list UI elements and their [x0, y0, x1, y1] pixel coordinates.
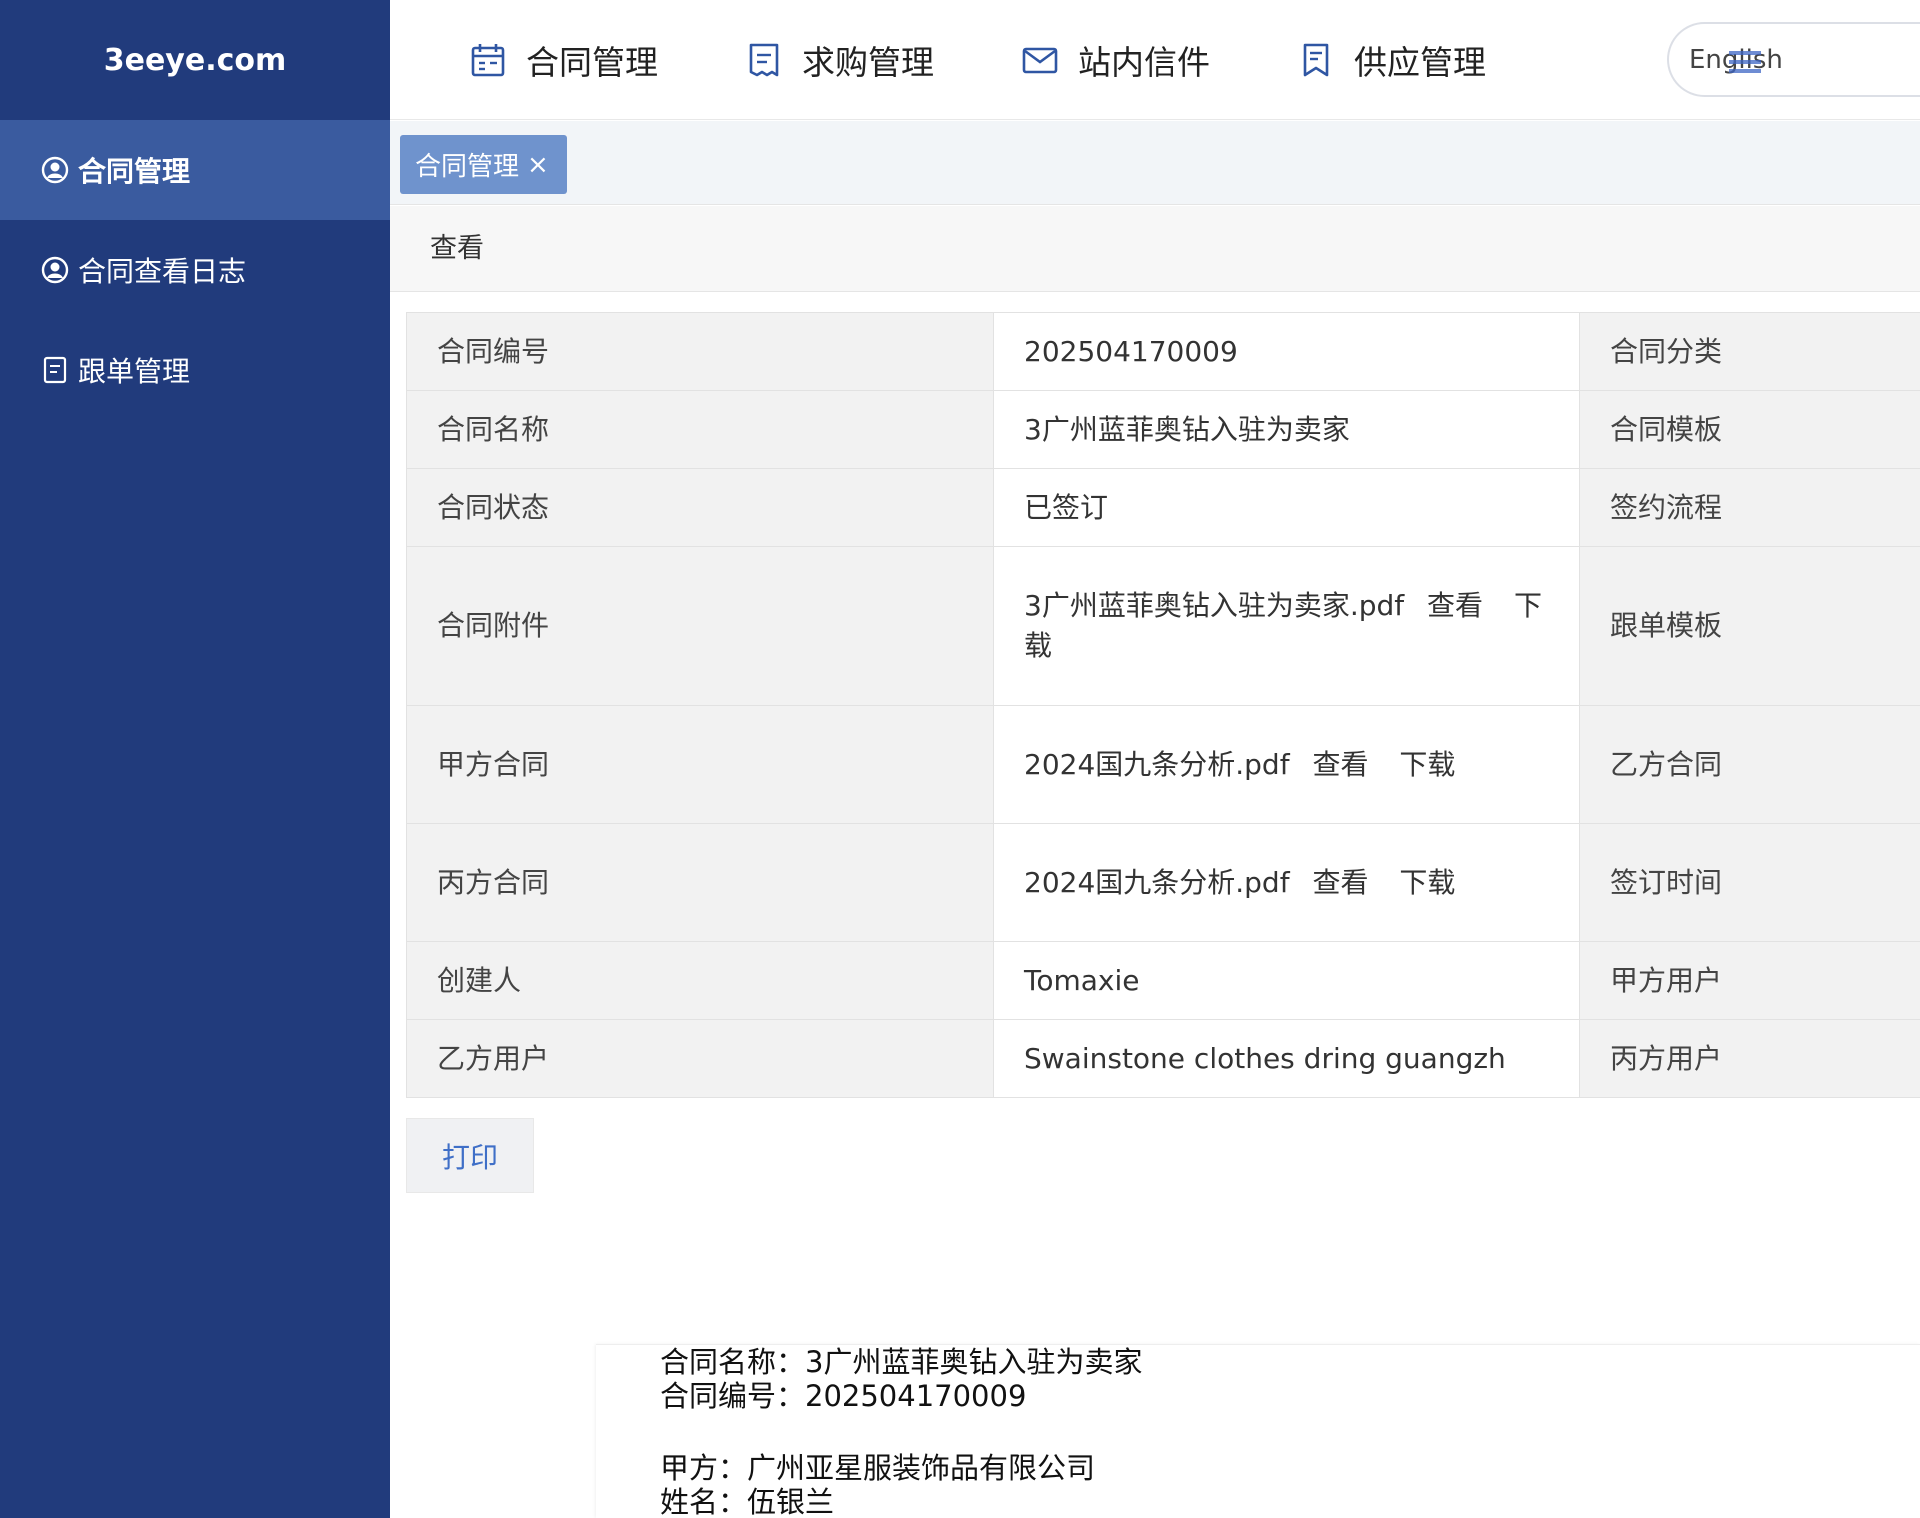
- row-value: Tomaxie: [993, 941, 1580, 1020]
- nav-internal-messages[interactable]: 站内信件: [1022, 36, 1210, 84]
- sidebar-item-label: 合同查看日志: [78, 255, 247, 288]
- row-label: 合同分类: [1579, 312, 1920, 391]
- user-circle-icon: [40, 255, 70, 285]
- party-c-filename: 2024国九条分析.pdf: [1024, 865, 1290, 899]
- top-header: 合同管理 求购管理 站内信件 供应管理 English: [390, 0, 1920, 120]
- tab-contract-management[interactable]: 合同管理 ×: [400, 135, 567, 194]
- table-row: 合同状态 已签订 签约流程: [406, 468, 1920, 547]
- row-value: Swainstone clothes dring guangzh: [993, 1019, 1580, 1098]
- nav-supply-management[interactable]: 供应管理: [1298, 36, 1486, 84]
- user-circle-icon: [40, 155, 70, 185]
- row-label: 乙方用户: [406, 1019, 994, 1098]
- sidebar-item-label: 合同管理: [78, 155, 191, 188]
- nav-label: 站内信件: [1078, 43, 1210, 82]
- view-link[interactable]: 查看: [1312, 748, 1368, 781]
- logo: 3eeye.com: [103, 42, 287, 78]
- row-label: 跟单模板: [1579, 546, 1920, 706]
- row-label: 甲方用户: [1579, 941, 1920, 1020]
- nav-purchase-request-management[interactable]: 求购管理: [746, 36, 934, 84]
- sidebar-item-contract-view-log[interactable]: 合同查看日志: [0, 220, 390, 320]
- download-link[interactable]: 下载: [1399, 866, 1455, 899]
- envelope-icon: [1022, 42, 1058, 78]
- sidebar-item-label: 跟单管理: [78, 355, 191, 388]
- table-row: 丙方合同 2024国九条分析.pdf 查看 下载 签订时间: [406, 823, 1920, 942]
- row-label: 合同附件: [406, 546, 994, 706]
- preview-contract-number: 合同编号：202504170009: [660, 1379, 1027, 1413]
- attachment-filename: 3广州蓝菲奥钻入驻为卖家.pdf: [1024, 589, 1405, 622]
- nav-contract-management[interactable]: 合同管理: [470, 36, 658, 84]
- row-label: 创建人: [406, 941, 994, 1020]
- close-icon[interactable]: ×: [527, 150, 549, 180]
- row-label: 合同模板: [1579, 390, 1920, 469]
- table-row: 乙方用户 Swainstone clothes dring guangzh 丙方…: [406, 1019, 1920, 1098]
- download-link[interactable]: 下载: [1399, 748, 1455, 781]
- sidebar: 3eeye.com 合同管理 合同查看日志 跟单管理: [0, 0, 390, 1518]
- bookmark-doc-icon: [1298, 42, 1334, 78]
- row-value: 202504170009: [993, 312, 1580, 391]
- breadcrumb-bar: 查看: [390, 206, 1920, 292]
- table-row: 合同名称 3广州蓝菲奥钻入驻为卖家 合同模板: [406, 390, 1920, 469]
- row-value: 已签订: [993, 468, 1580, 547]
- table-row: 合同附件 3广州蓝菲奥钻入驻为卖家.pdf 查看 下载 跟单模板: [406, 546, 1920, 706]
- row-label: 合同状态: [406, 468, 994, 547]
- row-label: 签约流程: [1579, 468, 1920, 547]
- party-a-filename: 2024国九条分析.pdf: [1024, 747, 1290, 781]
- row-label: 合同编号: [406, 312, 994, 391]
- row-value: 3广州蓝菲奥钻入驻为卖家: [993, 390, 1580, 469]
- row-label: 丙方用户: [1579, 1019, 1920, 1098]
- receipt-icon: [746, 42, 782, 78]
- print-button[interactable]: 打印: [406, 1118, 534, 1193]
- row-label: 合同名称: [406, 390, 994, 469]
- nav-label: 求购管理: [802, 43, 934, 82]
- top-nav: 合同管理 求购管理 站内信件 供应管理: [470, 0, 1574, 120]
- row-label: 乙方合同: [1579, 705, 1920, 824]
- contract-detail-table: 合同编号 202504170009 合同分类 合同名称 3广州蓝菲奥钻入驻为卖家…: [406, 312, 1920, 1098]
- calendar-icon: [470, 42, 506, 78]
- view-link[interactable]: 查看: [1312, 866, 1368, 899]
- language-select[interactable]: English: [1667, 22, 1920, 97]
- nav-label: 供应管理: [1354, 43, 1486, 82]
- sidebar-item-order-tracking[interactable]: 跟单管理: [0, 320, 390, 420]
- breadcrumb: 查看: [430, 233, 484, 264]
- document-icon: [40, 355, 70, 385]
- table-row: 甲方合同 2024国九条分析.pdf 查看 下载 乙方合同: [406, 705, 1920, 824]
- row-label: 签订时间: [1579, 823, 1920, 942]
- row-label: 丙方合同: [406, 823, 994, 942]
- tab-label: 合同管理: [415, 152, 520, 182]
- preview-name: 姓名：伍银兰: [660, 1485, 835, 1518]
- view-link[interactable]: 查看: [1427, 589, 1483, 622]
- row-value-party-c-contract: 2024国九条分析.pdf 查看 下载: [993, 823, 1580, 942]
- print-preview: 合同名称：3广州蓝菲奥钻入驻为卖家 合同编号：202504170009 甲方：广…: [596, 1344, 1920, 1518]
- row-value-attachment: 3广州蓝菲奥钻入驻为卖家.pdf 查看 下载: [993, 546, 1580, 706]
- sidebar-item-contract-management[interactable]: 合同管理: [0, 120, 390, 220]
- nav-label: 合同管理: [526, 43, 658, 82]
- table-row: 创建人 Tomaxie 甲方用户: [406, 941, 1920, 1020]
- row-label: 甲方合同: [406, 705, 994, 824]
- menu-icon: [1729, 50, 1761, 73]
- tab-bar: 合同管理 ×: [390, 121, 1920, 205]
- row-value-party-a-contract: 2024国九条分析.pdf 查看 下载: [993, 705, 1580, 824]
- table-row: 合同编号 202504170009 合同分类: [406, 312, 1920, 391]
